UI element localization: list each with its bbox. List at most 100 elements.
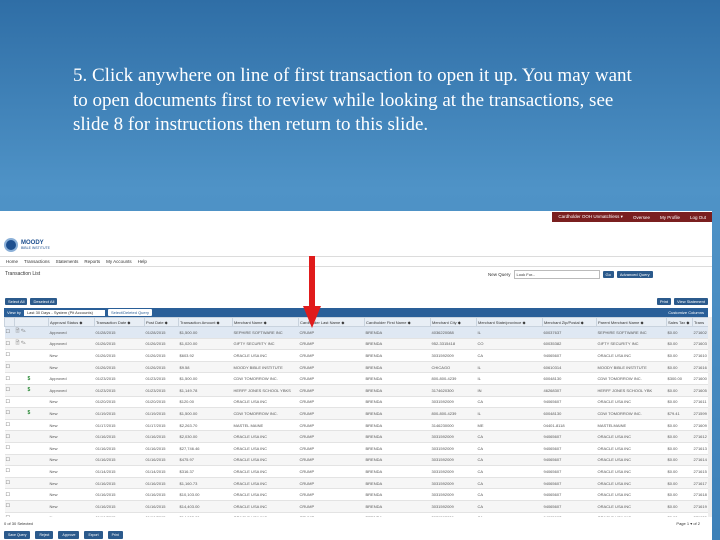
column-header[interactable]: Merchant Zip/Postal ◆ [542, 317, 597, 327]
row-checkbox[interactable]: ☐ [6, 329, 10, 335]
row-checkbox[interactable]: ☐ [6, 410, 10, 416]
row-checkbox[interactable]: ☐ [6, 492, 10, 498]
query-select[interactable]: Look For... [513, 270, 600, 279]
table-row[interactable]: ☐ New 01/16/2015 01/16/2015 $14,403.00 ORACLE… [4, 500, 709, 513]
column-header[interactable]: Merchant City ◆ [430, 317, 477, 327]
cell-pdate: 01/26/2015 [144, 361, 179, 374]
row-checkbox-cell[interactable]: ☐ [4, 326, 15, 339]
table-row[interactable]: ☐ New 01/17/2015 01/17/2015 $2,263.70 MASTEL … [4, 419, 709, 432]
pagination[interactable]: Page 1 ▾ of 2 [676, 521, 700, 526]
cell-zip: 94065607 [542, 488, 597, 501]
row-checkbox[interactable]: ☐ [6, 457, 10, 463]
table-row[interactable]: ☐ New 01/14/2015 01/14/2015 $316.37 ORACLE US… [4, 465, 709, 478]
row-checkbox[interactable]: ☐ [6, 468, 10, 474]
nav-item-help[interactable]: Help [138, 259, 147, 264]
row-checkbox[interactable]: ☐ [6, 399, 10, 405]
row-checkbox[interactable]: ☐ [6, 422, 10, 428]
cell-last: CRUMP [298, 454, 365, 467]
paperclip-icon[interactable]: ✎ [20, 328, 26, 334]
row-checkbox[interactable]: ☐ [6, 364, 10, 370]
row-checkbox[interactable]: ☐ [6, 352, 10, 358]
nav-item-statements[interactable]: Statements [56, 259, 79, 264]
cell-trans: 271617 [692, 477, 709, 490]
column-header[interactable]: Post Date ◆ [144, 317, 179, 327]
row-checkbox-cell[interactable]: ☐ [4, 442, 15, 455]
row-checkbox[interactable]: ☐ [6, 341, 10, 347]
row-checkbox-cell[interactable]: ☐ [4, 338, 15, 351]
table-row[interactable]: ☐ $ New 01/19/2015 01/19/2015 $1,500.00 CDW TO… [4, 407, 709, 420]
column-header[interactable]: Transaction Date ◆ [94, 317, 145, 327]
column-header[interactable]: Parent Merchant Name ◆ [596, 317, 667, 327]
table-row[interactable]: ☐ New 01/16/2015 01/16/2015 $10,103.00 ORACLE… [4, 488, 709, 501]
row-checkbox-cell[interactable]: ☐ [4, 430, 15, 443]
view-by-select[interactable]: Last 30 Days - System (Pit Accounts) [23, 309, 105, 316]
row-checkbox[interactable]: ☐ [6, 445, 10, 451]
dollar-icon[interactable]: $ [28, 410, 31, 416]
column-header[interactable]: Merchant Name ◆ [232, 317, 299, 327]
top-link[interactable]: Oversee [633, 215, 650, 220]
table-row[interactable]: ☐ New 01/16/2015 01/16/2015 $1,160.73 ORACLE … [4, 477, 709, 490]
customize-columns-link[interactable]: Customize Columns [668, 310, 704, 315]
row-checkbox-cell[interactable]: ☐ [4, 349, 15, 362]
top-link[interactable]: My Profile [660, 215, 680, 220]
row-checkbox-cell[interactable]: ☐ [4, 488, 15, 501]
table-row[interactable]: ☐ New 01/16/2015 01/16/2015 $27,746.46 ORACLE… [4, 442, 709, 455]
row-checkbox-cell[interactable]: ☐ [4, 407, 15, 420]
column-header[interactable]: Trans [692, 317, 709, 327]
deselect-all-button[interactable]: Deselect All [30, 298, 58, 305]
table-row[interactable]: ☐ New 01/26/2015 01/26/2015 $9.58 MOODY BIBLE… [4, 361, 709, 374]
column-header[interactable]: Transaction Amount ◆ [178, 317, 233, 327]
go-button[interactable]: Go [602, 271, 614, 278]
dollar-icon[interactable]: $ [28, 376, 31, 382]
row-checkbox-cell[interactable]: ☐ [4, 419, 15, 432]
row-checkbox-cell[interactable]: ☐ [4, 384, 15, 397]
cell-state: CA [476, 500, 543, 513]
advanced-query-button[interactable]: Advanced Query [616, 271, 653, 278]
column-header[interactable]: Approval Status ◆ [48, 317, 95, 327]
nav-item-my-accounts[interactable]: My Accounts [106, 259, 132, 264]
dollar-icon[interactable]: $ [28, 387, 31, 393]
table-row[interactable]: ☐ New 01/16/2015 01/16/2015 $475.97 ORACLE US… [4, 454, 709, 467]
table-row[interactable]: ☐ 🗎 ✎ Approved 01/26/2015 01/26/2015 $1,020.0… [4, 338, 709, 351]
footer-button-export[interactable]: Export [84, 531, 103, 539]
paperclip-icon[interactable]: ✎ [20, 340, 26, 346]
table-row[interactable]: ☐ New 01/20/2015 01/20/2015 $120.00 ORACLE US… [4, 396, 709, 409]
select-all-button[interactable]: Select All [5, 298, 28, 305]
row-checkbox[interactable]: ☐ [6, 376, 10, 382]
column-header[interactable]: Merchant State/province ◆ [476, 317, 543, 327]
nav-item-transactions[interactable]: Transactions [24, 259, 50, 264]
cell-amount: $1,500.00 [178, 372, 233, 385]
cell-tdate: 01/16/2015 [94, 500, 145, 513]
nav-item-home[interactable]: Home [6, 259, 18, 264]
row-checkbox-cell[interactable]: ☐ [4, 454, 15, 467]
column-header[interactable]: Sales Tax ◆ [666, 317, 693, 327]
row-checkbox-cell[interactable]: ☐ [4, 500, 15, 513]
table-row[interactable]: ☐ 🗎 ✎ Approved 01/28/2015 01/28/2015 $1,500.0… [4, 326, 709, 339]
row-checkbox[interactable]: ☐ [6, 480, 10, 486]
row-checkbox[interactable]: ☐ [6, 503, 10, 509]
top-link[interactable]: Cardholder OOH Unmatchless ▾ [558, 214, 623, 220]
table-row[interactable]: ☐ $ Approved 01/23/2015 01/23/2015 $1,149.78 H… [4, 384, 709, 397]
select-query-button[interactable]: Select/Deleted Query [107, 309, 152, 316]
table-row[interactable]: ☐ New 01/26/2015 01/26/2015 $603.92 ORACLE US… [4, 349, 709, 362]
row-checkbox-cell[interactable]: ☐ [4, 465, 15, 478]
top-link[interactable]: Log Out [690, 215, 706, 220]
footer-button-reject[interactable]: Reject [35, 531, 54, 539]
row-checkbox[interactable]: ☐ [6, 434, 10, 440]
view-statement-button[interactable]: View Statement [674, 298, 708, 305]
column-header[interactable]: Cardholder First Name ◆ [364, 317, 431, 327]
table-row[interactable]: ☐ New 01/16/2015 01/16/2015 $2,030.00 ORACLE … [4, 430, 709, 443]
row-checkbox[interactable]: ☐ [6, 387, 10, 393]
row-checkbox-cell[interactable]: ☐ [4, 477, 15, 490]
table-row[interactable]: ☐ $ Approved 01/23/2015 01/23/2015 $1,500.00 C… [4, 372, 709, 385]
footer-button-print[interactable]: Print [107, 531, 123, 539]
row-checkbox-cell[interactable]: ☐ [4, 372, 15, 385]
footer-button-save-query[interactable]: Save Query [4, 531, 31, 539]
nav-item-reports[interactable]: Reports [84, 259, 100, 264]
vertical-scrollbar[interactable] [708, 317, 712, 532]
print-button[interactable]: Print [656, 298, 672, 305]
row-checkbox-cell[interactable]: ☐ [4, 361, 15, 374]
cell-state: IL [476, 361, 543, 374]
row-checkbox-cell[interactable]: ☐ [4, 396, 15, 409]
footer-button-approve[interactable]: Approve [58, 531, 80, 539]
